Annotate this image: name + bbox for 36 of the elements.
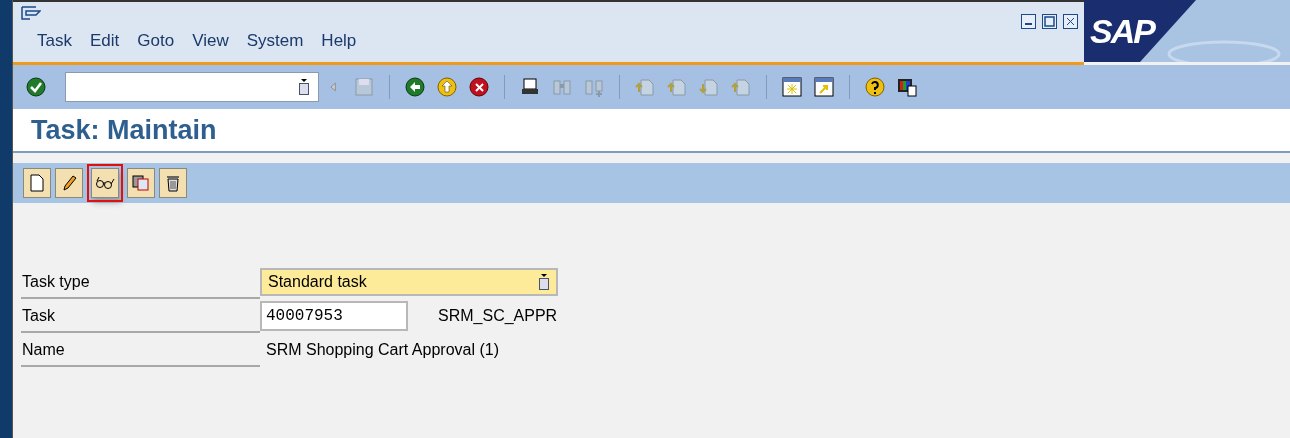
cancel-icon[interactable] [468,76,490,98]
glasses-icon [94,175,116,191]
menu-item[interactable]: Edit [89,28,120,54]
toolbar-button[interactable] [127,168,155,198]
exit-icon[interactable] [436,76,458,98]
shortcut-icon[interactable] [813,76,835,98]
check-icon[interactable] [25,76,47,98]
menu-item[interactable]: View [192,28,229,54]
task-type-dropdown[interactable]: Standard task [260,268,558,296]
layout-icon[interactable] [896,76,918,98]
task-name: SRM Shopping Cart Approval (1) [265,340,499,360]
page-title: Task: Maintain [31,113,217,147]
trash-icon [165,174,181,192]
task-abbreviation: SRM_SC_APPR [438,306,558,326]
toolbar-button[interactable] [159,168,187,198]
back-icon[interactable] [404,76,426,98]
menu-item[interactable]: System [246,28,304,54]
copy-icon [132,174,150,192]
toolbar-button[interactable] [55,168,83,198]
blank-page-icon [29,174,45,192]
help-icon[interactable] [864,76,886,98]
field-label: Name [21,333,260,367]
task-input[interactable]: 40007953 [260,301,408,331]
new-window-icon[interactable] [781,76,803,98]
field-label: Task type [21,265,260,299]
dropdown-icon[interactable] [298,79,310,95]
command-field[interactable] [65,72,319,102]
pencil-icon [61,174,77,192]
maximize-icon[interactable] [1042,14,1057,29]
dropdown-icon[interactable] [538,274,550,290]
minimize-icon[interactable] [1021,14,1036,29]
close-icon[interactable] [1063,14,1078,29]
menu-item[interactable]: Task [37,28,72,54]
logo-text: SAP [1090,11,1154,52]
menu-item[interactable]: Help [321,28,357,54]
menu-item[interactable]: Goto [137,28,175,54]
